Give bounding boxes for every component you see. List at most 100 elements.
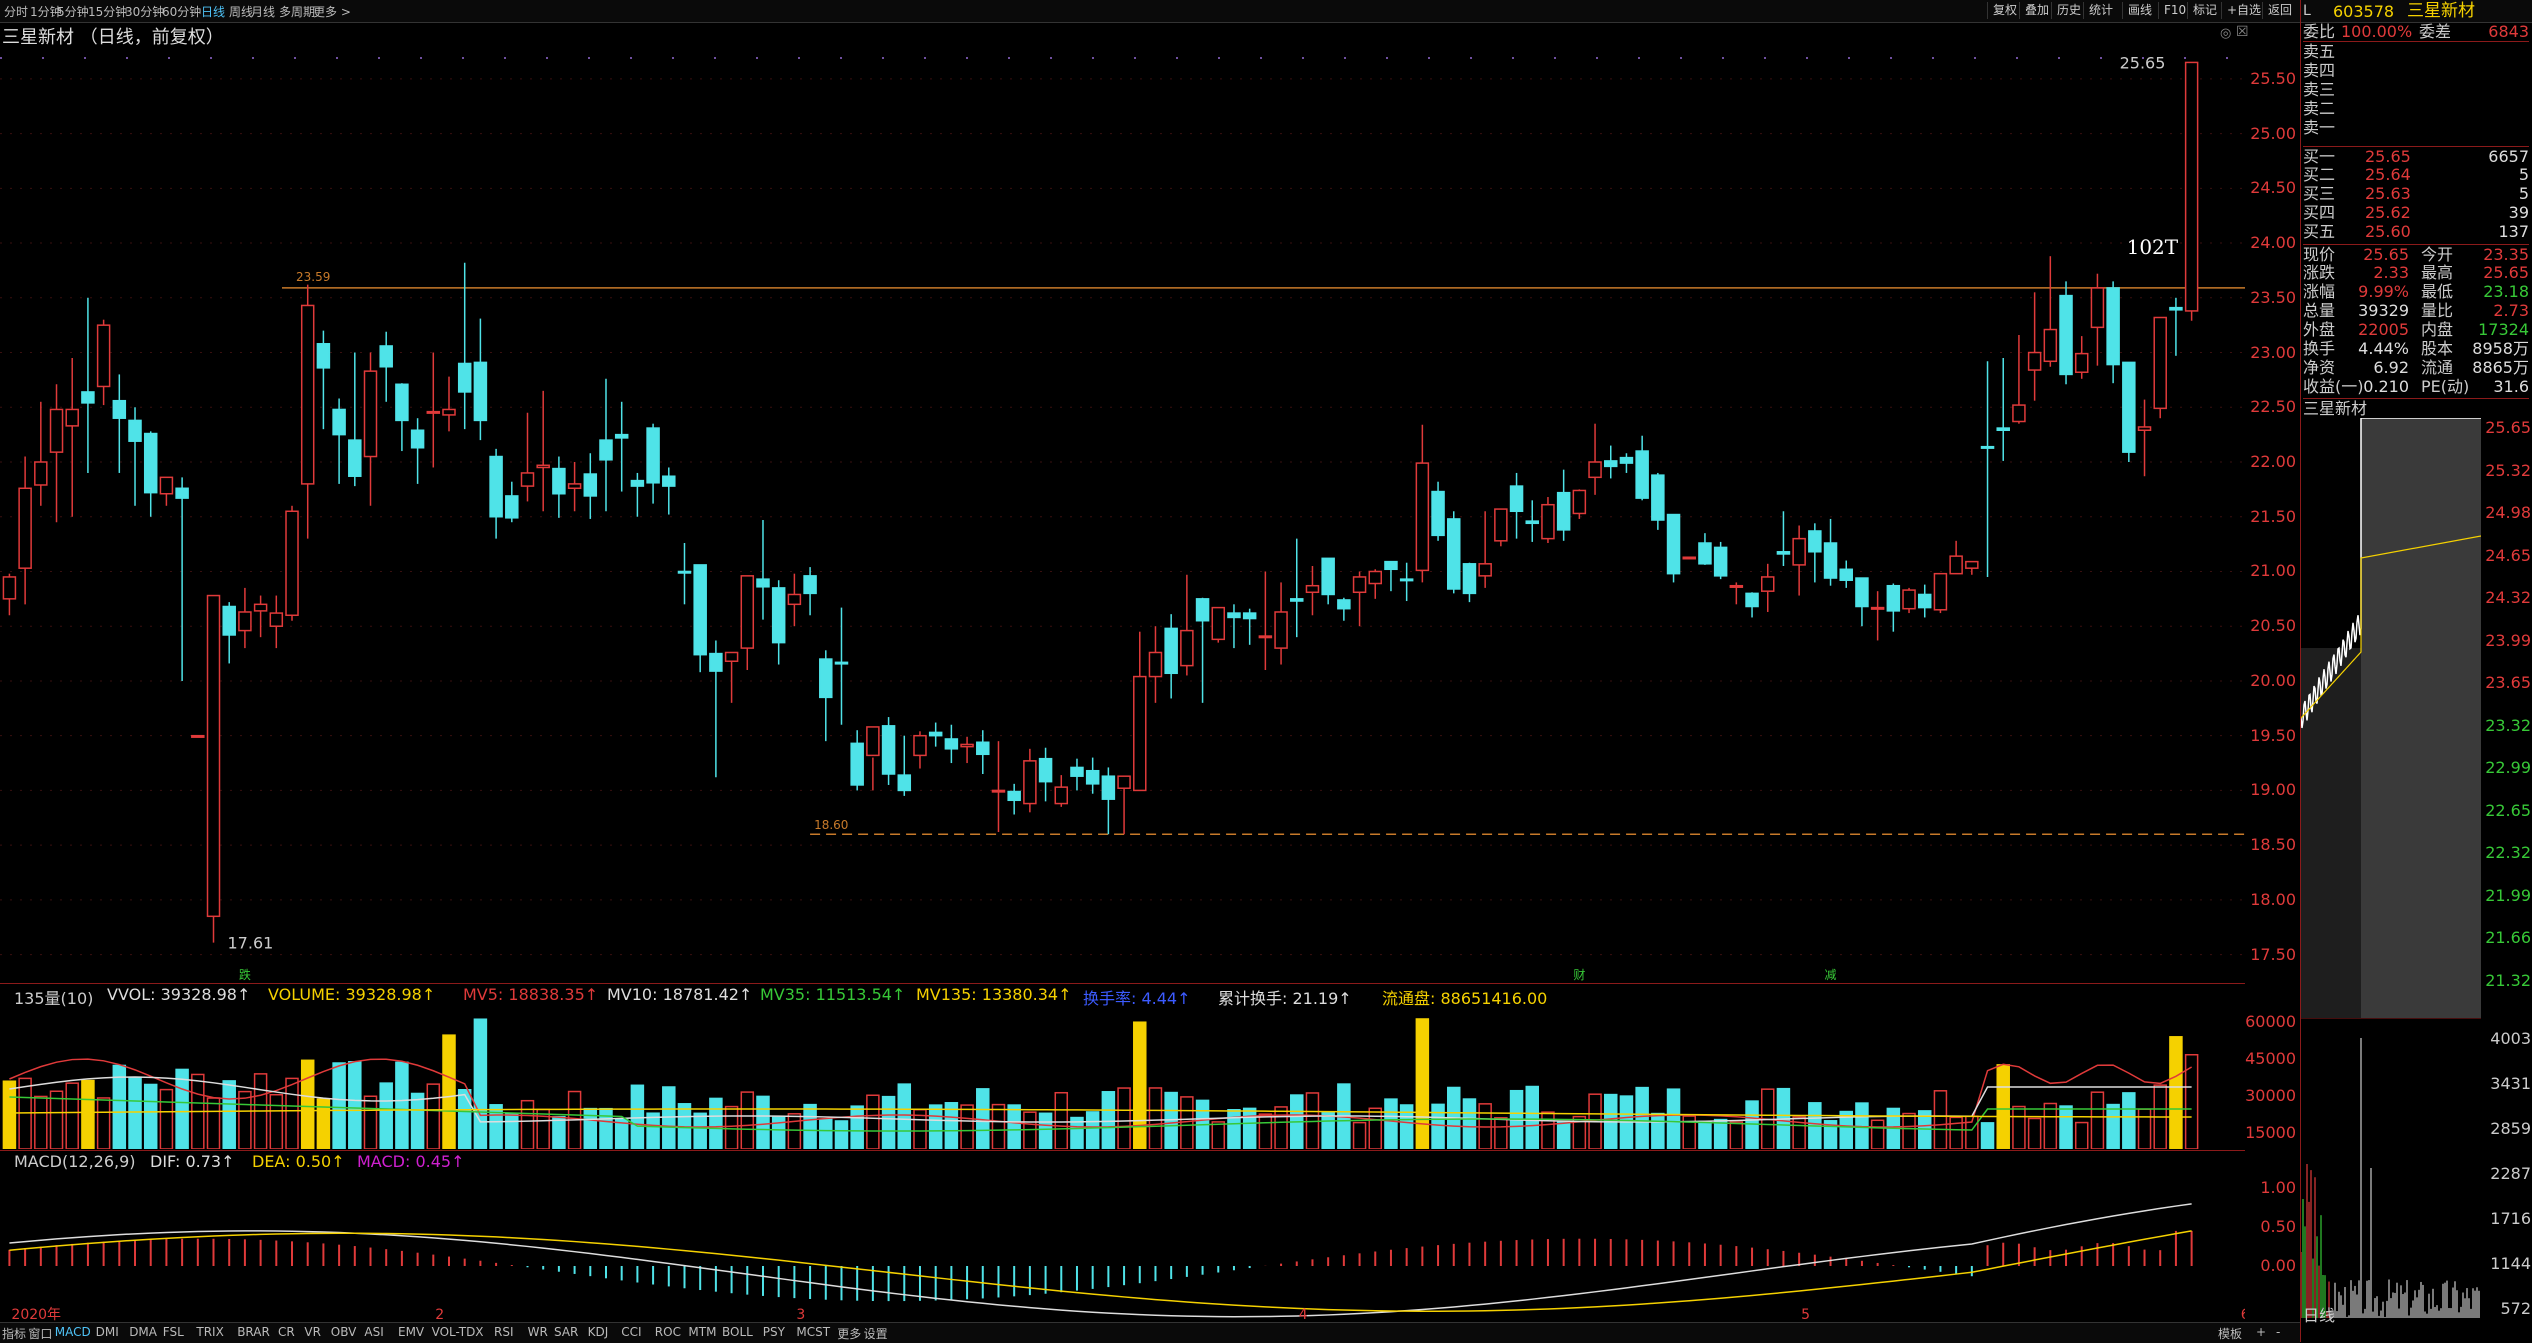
macd-line (9, 1230, 2192, 1312)
candle (567, 483, 582, 490)
volume-bar (379, 1082, 393, 1149)
indicator-tab-6[interactable]: TRIX (196, 1325, 223, 1339)
info-value: 39329 (2358, 301, 2409, 320)
mini-label[interactable]: 日线 (2303, 1302, 2335, 1326)
candle (2043, 328, 2058, 363)
indicator-tab-8[interactable]: CR (278, 1325, 295, 1339)
indicator-tab-0[interactable]: 指标 (2, 1325, 26, 1342)
candle (1180, 629, 1194, 667)
volume-bar (1870, 1119, 1885, 1149)
indicator-tab-19[interactable]: ROC (655, 1325, 681, 1339)
toolbar-button-6[interactable]: 标记 (2187, 2, 2222, 19)
indicator-tab-22[interactable]: PSY (763, 1325, 785, 1339)
volume-bar (1211, 1121, 1226, 1149)
candle (819, 658, 833, 699)
volume-bar (1949, 1116, 1963, 1149)
candle (18, 487, 32, 569)
toolbar-button-7[interactable]: +自选 (2221, 2, 2266, 19)
indicator-tab-2[interactable]: MACD (55, 1325, 91, 1339)
mini-price-tick: 24.98 (2485, 503, 2531, 522)
candle (552, 467, 566, 495)
indicator-tab-12[interactable]: EMV (398, 1325, 424, 1339)
indicator-tab-11[interactable]: ASI (364, 1325, 383, 1339)
buy-volume: 5 (2518, 184, 2529, 203)
indicator-tab-13[interactable]: VOL-TDX (432, 1325, 484, 1339)
candle (1745, 592, 1759, 608)
indicator-tab-17[interactable]: KDJ (588, 1325, 609, 1339)
toolbar-button-4[interactable]: 画线 (2122, 2, 2157, 19)
buy-row: 买五 25.60 137 (2303, 222, 2529, 241)
indicator-tab-5[interactable]: FSL (163, 1325, 184, 1339)
toolbar-button-8[interactable]: 返回 (2262, 2, 2297, 19)
tab-3[interactable]: 15分钟 (88, 3, 127, 20)
candlestick-chart[interactable]: 23.5918.60102T25.6517.61跌财减5 (0, 46, 2245, 982)
mini-title: 三星新材 (2303, 399, 2368, 418)
event-marker[interactable]: 跌 (239, 967, 251, 982)
tab-10[interactable]: 更多 > (313, 3, 351, 20)
candle (222, 605, 236, 636)
indicator-tab-18[interactable]: CCI (621, 1325, 641, 1339)
indicator-tab-4[interactable]: DMA (129, 1325, 157, 1339)
candle (944, 738, 959, 750)
candle (991, 789, 1006, 793)
event-marker[interactable]: 财 (1573, 968, 1585, 982)
indicator-tab-10[interactable]: OBV (331, 1325, 357, 1339)
volume-bar (2027, 1117, 2042, 1149)
tab-0[interactable]: 分时 (4, 3, 28, 20)
candle (332, 408, 346, 436)
buy-volume: 5 (2518, 165, 2529, 184)
toolbar-button-2[interactable]: 历史 (2051, 2, 2086, 19)
volume-bar (1242, 1107, 1257, 1149)
indicator-tab-7[interactable]: BRAR (237, 1325, 270, 1339)
indicator-tab-15[interactable]: WR (528, 1325, 548, 1339)
tab-8[interactable]: 月线 (251, 3, 275, 20)
order-ratio-row: 委比 100.00% 委差 6843 (2303, 22, 2529, 42)
volume-bar (348, 1061, 362, 1149)
volume-bar (81, 1079, 95, 1149)
indicator-tab-21[interactable]: BOLL (722, 1325, 753, 1339)
indicator-tab-25[interactable]: 设置 (864, 1325, 888, 1342)
event-marker[interactable]: 减 (1825, 968, 1837, 982)
macd-chart[interactable]: 2020年234567 (0, 1171, 2245, 1321)
volume-bar (1227, 1109, 1241, 1149)
volume-bar (1494, 1117, 1508, 1149)
tab-7[interactable]: 周线 (229, 3, 253, 20)
intraday-chart[interactable] (2301, 418, 2481, 1018)
volume-bar (2106, 1103, 2120, 1149)
volume-bar (614, 1118, 629, 1149)
indicator-tab-24[interactable]: 更多 (837, 1325, 861, 1342)
template-button-1[interactable]: + (2256, 1325, 2266, 1339)
price-tick: 21.50 (2250, 506, 2296, 526)
indicator-tab-1[interactable]: 窗口 (28, 1325, 52, 1342)
tab-5[interactable]: 60分钟 (162, 3, 201, 20)
tab-9[interactable]: 多周期 (279, 3, 315, 20)
candle (1133, 675, 1147, 792)
indicator-tab-23[interactable]: MCST (796, 1325, 830, 1339)
indicator-tab-16[interactable]: SAR (554, 1325, 578, 1339)
volume-tick: 30000 (2245, 1086, 2296, 1105)
indicator-tab-14[interactable]: RSI (494, 1325, 514, 1339)
tab-4[interactable]: 30分钟 (125, 3, 164, 20)
candle (65, 408, 79, 427)
template-button-2[interactable]: - (2276, 1325, 2280, 1339)
candle (489, 455, 503, 518)
candle (1949, 555, 1963, 575)
mini-price-tick: 21.99 (2485, 885, 2531, 905)
toolbar-button-1[interactable]: 叠加 (2019, 2, 2054, 19)
tab-6[interactable]: 日线 (201, 3, 225, 20)
tab-2[interactable]: 5分钟 (57, 3, 89, 20)
toolbar-button-0[interactable]: 复权 (1987, 2, 2022, 19)
info-value-2: 31.6 (2493, 377, 2529, 396)
indicator-tab-20[interactable]: MTM (688, 1325, 716, 1339)
toolbar-button-3[interactable]: 统计 (2083, 2, 2118, 19)
close-icon[interactable]: ☒ (2236, 24, 2249, 40)
candle (238, 611, 252, 632)
volume-chart[interactable] (0, 1004, 2245, 1149)
info-label: 净资 (2303, 358, 2336, 377)
intraday-volume[interactable] (2301, 1018, 2481, 1326)
template-button-0[interactable]: 模板 (2218, 1325, 2242, 1342)
indicator-tab-3[interactable]: DMI (96, 1325, 119, 1339)
candle (505, 495, 519, 519)
indicator-tab-9[interactable]: VR (304, 1325, 321, 1339)
settings-icon[interactable]: ◎ (2220, 26, 2231, 41)
